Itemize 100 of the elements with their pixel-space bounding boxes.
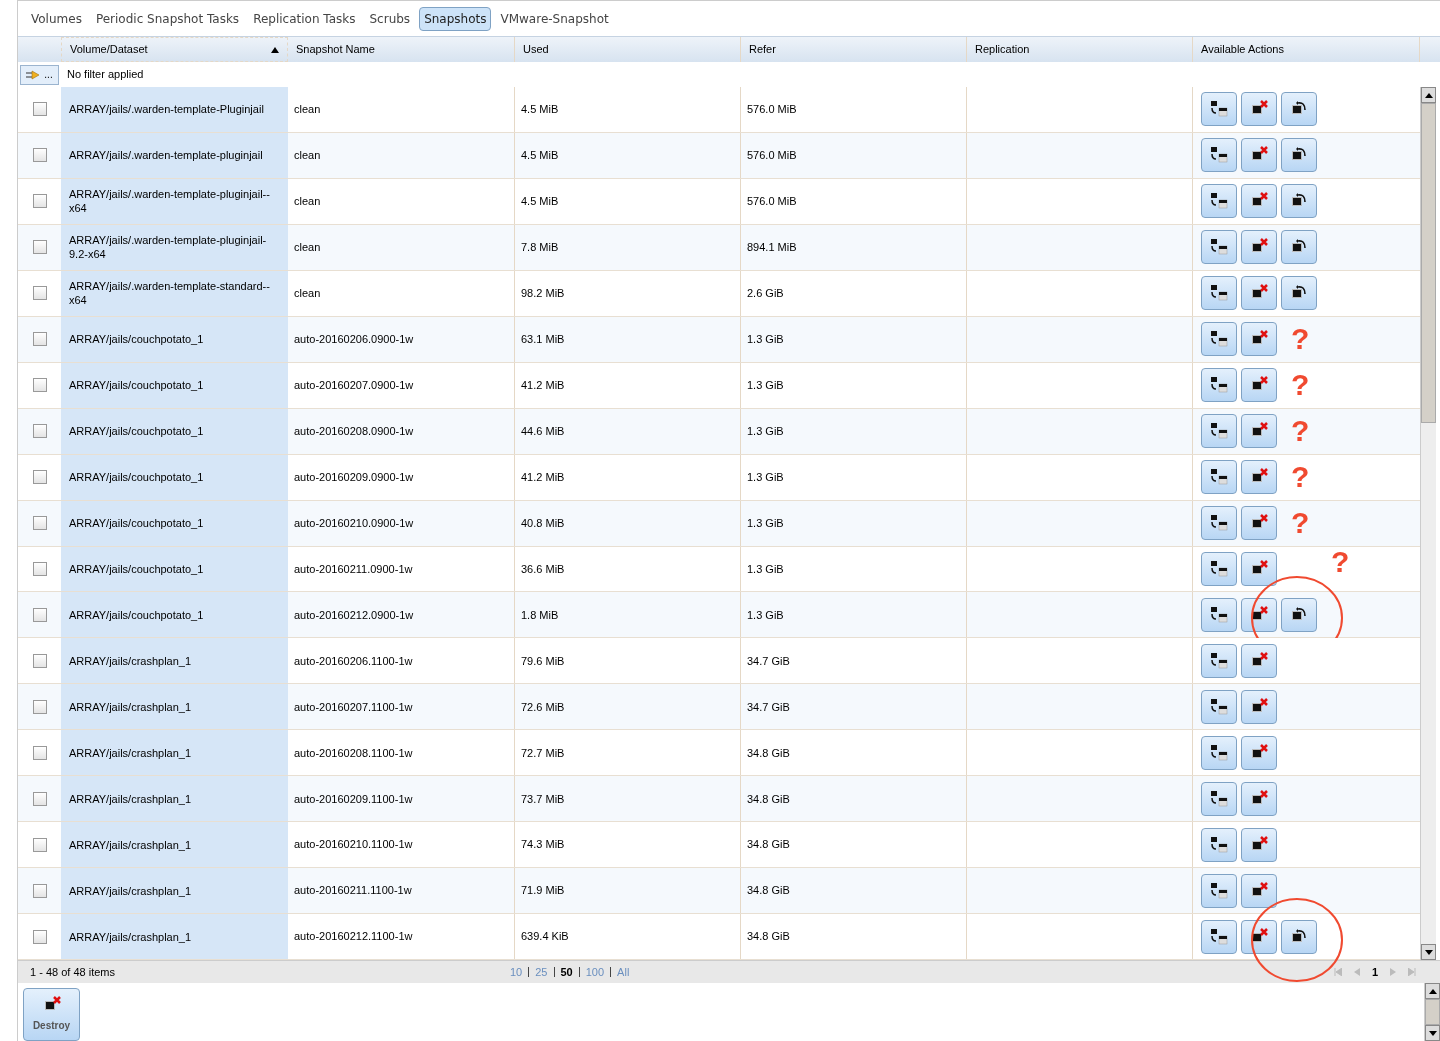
destroy-button[interactable] [1241, 230, 1277, 265]
row-checkbox[interactable] [32, 653, 47, 668]
table-cell-text: auto-20160212.1100-1w [294, 929, 413, 945]
filter-button[interactable]: ... [20, 64, 59, 85]
rollback-button[interactable] [1281, 138, 1317, 173]
row-checkbox[interactable] [32, 378, 47, 393]
destroy-button[interactable] [1241, 184, 1277, 219]
row-checkbox[interactable] [32, 194, 47, 209]
table-cell: ARRAY/jails/crashplan_1 [69, 699, 192, 714]
clone-button[interactable] [1201, 506, 1237, 541]
table-cell-text: 74.3 MiB [521, 837, 565, 853]
tab[interactable]: VMware-Snapshot [495, 6, 614, 31]
row-checkbox[interactable] [32, 424, 47, 439]
row-checkbox[interactable] [32, 562, 47, 576]
destroy-button[interactable] [1241, 919, 1277, 954]
row-checkbox[interactable] [32, 516, 47, 531]
table-cell-text: 2.6 GiB [747, 286, 784, 302]
column-header[interactable]: Available Actions [1193, 37, 1420, 62]
destroy-button[interactable] [1241, 506, 1277, 541]
destroy-button[interactable] [1241, 735, 1277, 770]
row-checkbox[interactable] [32, 929, 47, 944]
table-cell-text: auto-20160207.1100-1w [294, 699, 413, 715]
tab[interactable]: Periodic Snapshot Tasks [90, 6, 245, 31]
clone-button[interactable] [1201, 276, 1237, 311]
column-header[interactable]: Snapshot Name [288, 37, 515, 62]
rollback-button[interactable] [1281, 919, 1317, 954]
destroy-button[interactable] [1241, 460, 1277, 495]
current-page[interactable]: 1 [1371, 963, 1378, 981]
row-checkbox[interactable] [32, 470, 47, 485]
destroy-button[interactable] [1241, 276, 1277, 311]
table-cell-text: 1.3 GiB [747, 377, 784, 393]
clone-button[interactable] [1201, 414, 1237, 449]
row-checkbox[interactable] [32, 607, 47, 622]
clone-button[interactable] [1201, 552, 1237, 586]
tab[interactable]: Replication Tasks [248, 6, 361, 31]
clone-icon [1209, 605, 1229, 624]
column-header[interactable]: Replication [967, 37, 1193, 62]
clone-button[interactable] [1201, 827, 1237, 862]
clone-button[interactable] [1201, 92, 1237, 127]
row-checkbox[interactable] [32, 883, 47, 898]
tab[interactable]: Snapshots [419, 6, 492, 31]
tab[interactable]: Volumes [26, 6, 87, 31]
clone-button[interactable] [1201, 368, 1237, 403]
question-mark-annotation: ? [1331, 547, 1350, 577]
question-mark-annotation: ? [1291, 416, 1310, 447]
row-checkbox[interactable] [32, 745, 47, 760]
scrollbar[interactable] [1424, 983, 1440, 1041]
destroy-button[interactable] [1241, 827, 1277, 862]
clone-button[interactable] [1201, 873, 1237, 908]
column-header[interactable]: Used [515, 37, 741, 62]
clone-button[interactable] [1201, 919, 1237, 954]
row-checkbox[interactable] [32, 791, 47, 806]
scrollbar[interactable] [1420, 87, 1436, 960]
rollback-button[interactable] [1281, 276, 1317, 311]
rollback-button[interactable] [1281, 184, 1317, 219]
table-cell-text: 34.7 GiB [747, 653, 790, 669]
table-cell-text: auto-20160206.1100-1w [294, 653, 413, 669]
tab[interactable]: Scrubs [364, 6, 416, 31]
clone-button[interactable] [1201, 643, 1237, 678]
row-checkbox[interactable] [32, 699, 47, 714]
column-header[interactable]: Volume/Dataset [61, 37, 288, 62]
row-checkbox[interactable] [32, 148, 47, 163]
clone-button[interactable] [1201, 230, 1237, 265]
clone-button[interactable] [1201, 322, 1237, 357]
clone-button[interactable] [1201, 460, 1237, 495]
rollback-button[interactable] [1281, 92, 1317, 127]
clone-button[interactable] [1201, 597, 1237, 632]
destroy-button[interactable]: Destroy [23, 988, 80, 1041]
question-mark-annotation: ? [1291, 462, 1310, 493]
destroy-button[interactable] [1241, 552, 1277, 586]
table-cell-text: 4.5 MiB [521, 148, 559, 164]
clone-icon [1209, 651, 1229, 670]
destroy-button[interactable] [1241, 92, 1277, 127]
destroy-button[interactable] [1241, 643, 1277, 678]
destroy-button[interactable] [1241, 368, 1277, 403]
destroy-button[interactable] [1241, 873, 1277, 908]
table-cell-text: auto-20160212.0900-1w [294, 607, 414, 623]
rollback-button[interactable] [1281, 597, 1317, 632]
row-checkbox[interactable] [32, 240, 47, 255]
destroy-button[interactable] [1241, 597, 1277, 632]
clone-button[interactable] [1201, 184, 1237, 219]
question-mark-annotation: ? [1291, 508, 1310, 539]
row-checkbox[interactable] [32, 837, 47, 852]
table-cell: ARRAY/jails/crashplan_1 [69, 883, 192, 898]
row-checkbox[interactable] [32, 102, 47, 117]
page-size-link[interactable]: 50 [560, 963, 573, 981]
row-checkbox[interactable] [32, 332, 47, 347]
clone-button[interactable] [1201, 689, 1237, 724]
rollback-button[interactable] [1281, 230, 1317, 265]
clone-button[interactable] [1201, 781, 1237, 816]
row-checkbox[interactable] [32, 286, 47, 301]
destroy-button[interactable] [1241, 138, 1277, 173]
table-cell-text: 4.5 MiB [521, 102, 559, 118]
clone-button[interactable] [1201, 138, 1237, 173]
destroy-button[interactable] [1241, 781, 1277, 816]
destroy-button[interactable] [1241, 322, 1277, 357]
column-header[interactable]: Refer [741, 37, 967, 62]
destroy-button[interactable] [1241, 414, 1277, 449]
destroy-button[interactable] [1241, 689, 1277, 724]
clone-button[interactable] [1201, 735, 1237, 770]
